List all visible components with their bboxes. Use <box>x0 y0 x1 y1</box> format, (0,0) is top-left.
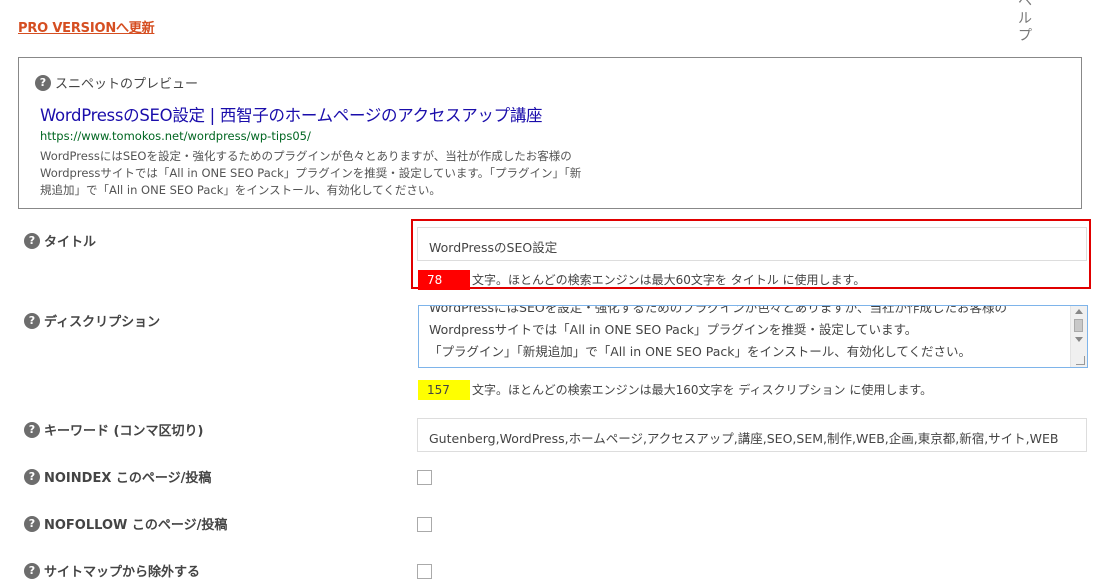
question-circle-icon[interactable]: ? <box>24 232 40 249</box>
description-textarea[interactable]: WordPressにはSEOを設定・強化するためのプラグインが色々とありますが、… <box>418 305 1088 368</box>
description-counter: 157 文字。ほとんどの検索エンジンは最大160文字を ディスクリプション に使用… <box>418 379 932 400</box>
title-label-text: タイトル <box>44 235 97 250</box>
help-tab[interactable]: ヘルプ <box>1010 0 1040 45</box>
title-char-count: 78 <box>418 269 470 290</box>
snippet-desc-line: WordPressにはSEOを設定・強化するためのプラグインが色々とありますが、… <box>40 149 572 163</box>
description-count-hint: 文字。ほとんどの検索エンジンは最大160文字を ディスクリプション に使用します… <box>472 383 933 397</box>
keywords-input[interactable]: Gutenberg,WordPress,ホームページ,アクセスアップ,講座,SE… <box>417 418 1087 452</box>
sitemap-exclude-label-text: サイトマップから除外する <box>44 565 201 580</box>
description-char-count: 157 <box>418 379 470 400</box>
title-label: ? タイトル <box>24 231 96 250</box>
question-circle-icon[interactable]: ? <box>24 312 40 329</box>
description-line: WordPressにはSEOを設定・強化するためのプラグインが色々とありますが、… <box>429 305 1007 315</box>
nofollow-label-text: NOFOLLOW このページ/投稿 <box>44 518 228 533</box>
description-line: Wordpressサイトでは「All in ONE SEO Pack」プラグイン… <box>429 322 918 337</box>
question-circle-icon[interactable]: ? <box>24 468 40 485</box>
title-counter: 78 文字。ほとんどの検索エンジンは最大60文字を タイトル に使用します。 <box>418 269 865 290</box>
sitemap-exclude-label: ? サイトマップから除外する <box>24 561 200 580</box>
keywords-label-text: キーワード (コンマ区切り) <box>44 424 204 439</box>
pro-version-link[interactable]: PRO VERSIONへ更新 <box>18 17 155 36</box>
snippet-url: https://www.tomokos.net/wordpress/wp-tip… <box>40 129 311 143</box>
scroll-up-arrow-icon[interactable] <box>1075 309 1083 314</box>
question-circle-icon[interactable]: ? <box>24 562 40 579</box>
snippet-desc-line: Wordpressサイトでは「All in ONE SEO Pack」プラグイン… <box>40 166 582 180</box>
question-circle-icon[interactable]: ? <box>35 74 51 91</box>
snippet-description: WordPressにはSEOを設定・強化するためのプラグインが色々とありますが、… <box>40 148 670 199</box>
question-circle-icon[interactable]: ? <box>24 515 40 532</box>
noindex-label-text: NOINDEX このページ/投稿 <box>44 471 212 486</box>
question-circle-icon[interactable]: ? <box>24 421 40 438</box>
snippet-heading-label: スニペットのプレビュー <box>55 77 199 92</box>
description-line: 「プラグイン」「新規追加」で「All in ONE SEO Pack」をインスト… <box>429 344 972 359</box>
nofollow-checkbox[interactable] <box>417 517 432 532</box>
keywords-label: ? キーワード (コンマ区切り) <box>24 420 203 439</box>
snippet-preview: ? スニペットのプレビュー WordPressのSEO設定 | 西智子のホームペー… <box>18 57 1082 209</box>
scroll-down-arrow-icon[interactable] <box>1075 337 1083 342</box>
description-label-text: ディスクリプション <box>44 315 161 330</box>
title-count-hint: 文字。ほとんどの検索エンジンは最大60文字を タイトル に使用します。 <box>472 273 866 287</box>
title-input[interactable]: WordPressのSEO設定 <box>417 227 1087 261</box>
scroll-thumb[interactable] <box>1074 319 1083 332</box>
resize-grip-icon[interactable] <box>1076 356 1085 365</box>
help-tab-label: ヘルプ <box>1018 0 1032 44</box>
noindex-checkbox[interactable] <box>417 470 432 485</box>
description-label: ? ディスクリプション <box>24 311 160 330</box>
sitemap-exclude-checkbox[interactable] <box>417 564 432 579</box>
noindex-label: ? NOINDEX このページ/投稿 <box>24 467 211 486</box>
snippet-title: WordPressのSEO設定 | 西智子のホームページのアクセスアップ講座 <box>40 106 543 125</box>
description-text: WordPressにはSEOを設定・強化するためのプラグインが色々とありますが、… <box>429 305 1059 363</box>
snippet-desc-line: 規追加」で「All in ONE SEO Pack」をインストール、有効化してく… <box>40 183 441 197</box>
snippet-heading: ? スニペットのプレビュー <box>35 73 198 92</box>
nofollow-label: ? NOFOLLOW このページ/投稿 <box>24 514 227 533</box>
